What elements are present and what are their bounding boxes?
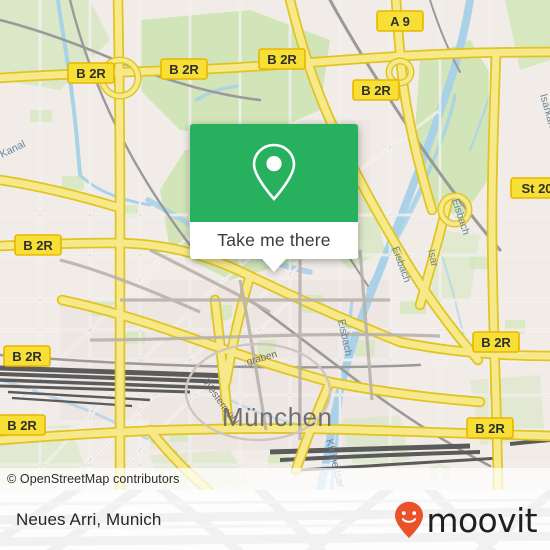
road-shield: A 9 — [376, 10, 424, 32]
road-shield-label: B 2R — [7, 418, 37, 433]
road-shield-label: B 2R — [475, 421, 505, 436]
road-shield-label: B 2R — [267, 52, 297, 67]
road-shield: B 2R — [14, 234, 62, 256]
road-shield-label: B 2R — [481, 335, 511, 350]
road-shield-label: St 20 — [521, 181, 550, 196]
road-shield: B 2R — [3, 345, 51, 367]
footer-bar: Neues Arri, Munich moovit — [0, 490, 550, 550]
road-shield-label: B 2R — [169, 62, 199, 77]
road-shield-label: B 2R — [361, 83, 391, 98]
road-shield-label: B 2R — [12, 349, 42, 364]
road-shield: St 20 — [510, 177, 550, 199]
road-shield: B 2R — [466, 417, 514, 439]
road-shield: B 2R — [160, 58, 208, 80]
road-shield: B 2R — [472, 331, 520, 353]
place-name: Neues Arri, Munich — [16, 510, 162, 529]
take-me-there-label: Take me there — [217, 230, 331, 250]
road-shield-label: B 2R — [76, 66, 106, 81]
map-attribution: © OpenStreetMap contributors — [0, 468, 550, 490]
map-screenshot: München Kanal Eisbach Eisbach Isar Eisbach Kl… — [0, 0, 550, 550]
road-shield-label: A 9 — [390, 14, 410, 29]
road-shield: B 2R — [258, 48, 306, 70]
road-shield: B 2R — [67, 62, 115, 84]
road-shield: B 2R — [0, 414, 46, 436]
location-callout[interactable]: Take me there — [190, 124, 358, 272]
road-shield: B 2R — [352, 79, 400, 101]
map-pin-icon — [252, 143, 296, 201]
moovit-wordmark: moovit — [426, 500, 537, 540]
moovit-logo[interactable]: moovit — [394, 490, 538, 550]
svg-text:München: München — [222, 402, 332, 432]
moovit-smiley-pin-icon — [395, 501, 424, 538]
take-me-there-button[interactable]: Take me there — [190, 222, 358, 259]
callout-pointer — [262, 259, 286, 272]
callout-image-area — [190, 124, 358, 222]
road-shield-label: B 2R — [23, 238, 53, 253]
